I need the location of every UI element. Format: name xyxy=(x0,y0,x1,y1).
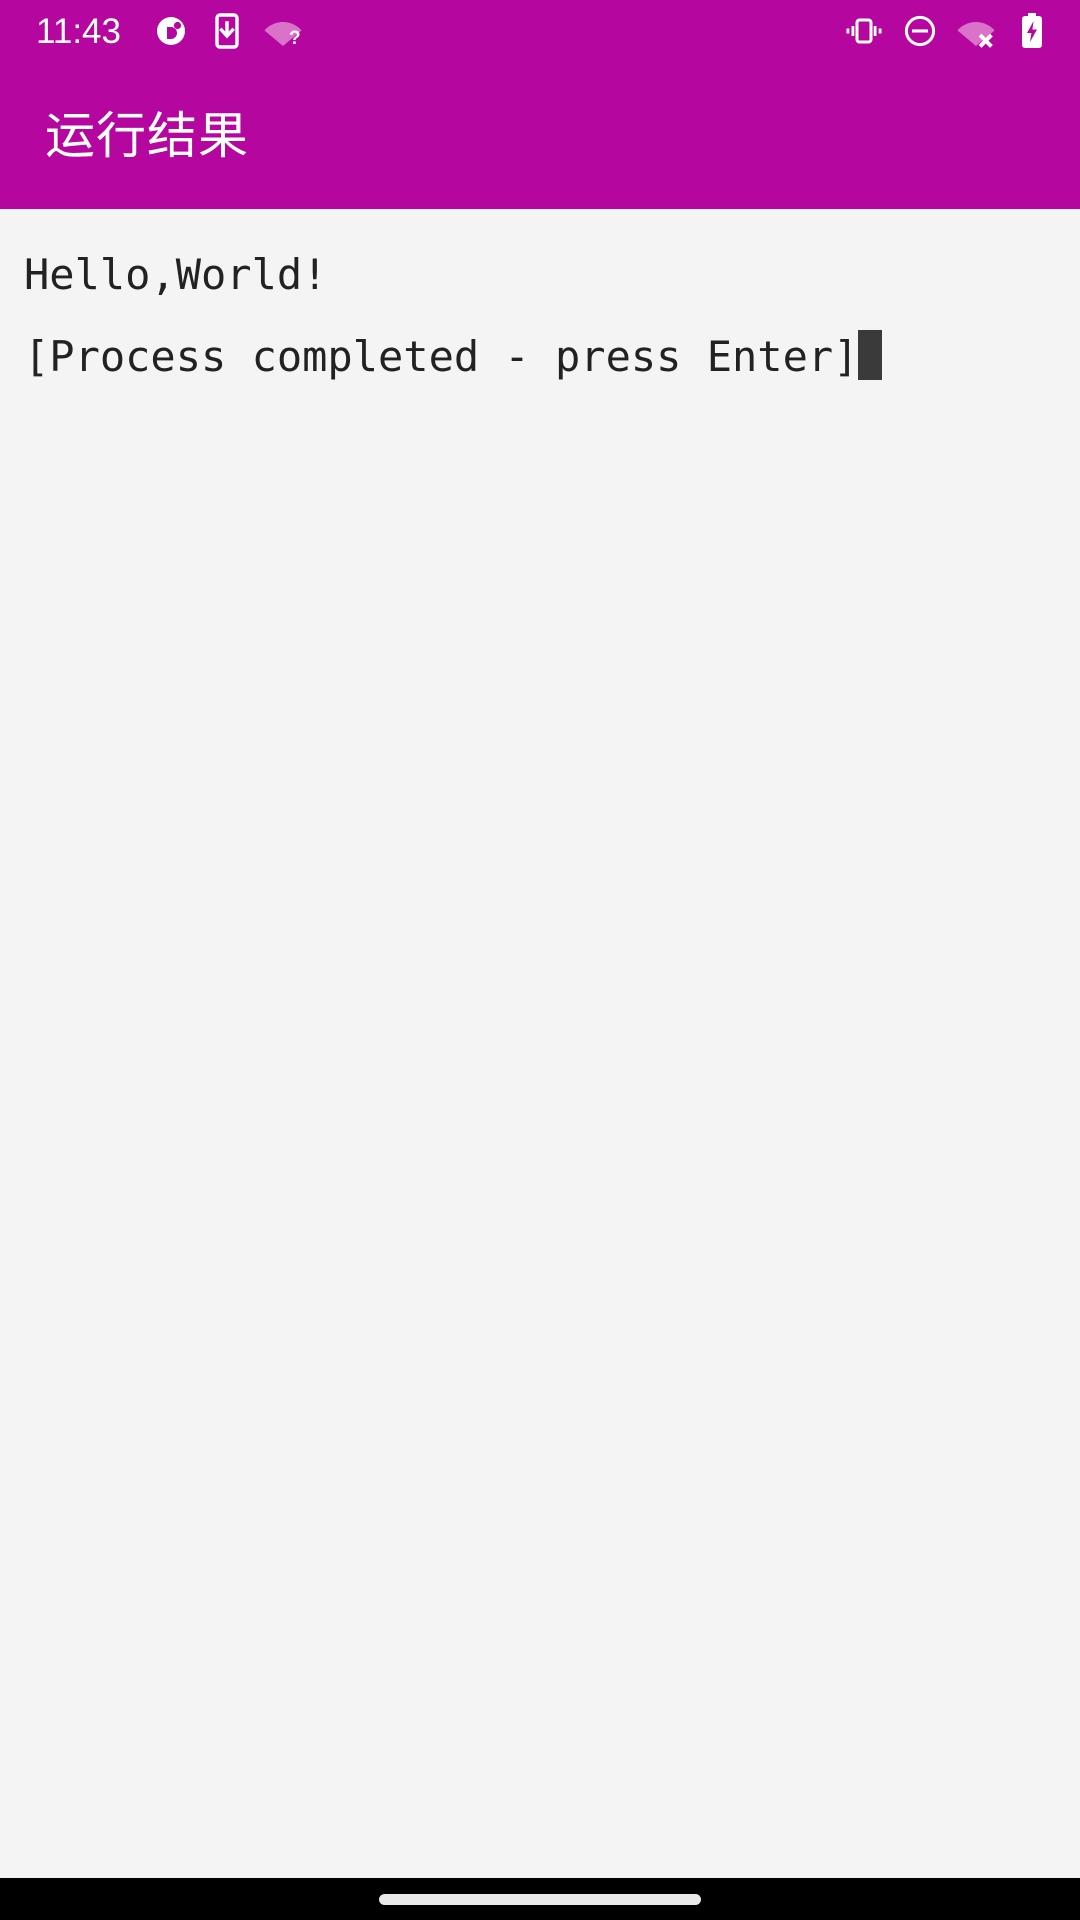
status-bar-clock: 11:43 xyxy=(36,11,121,51)
svg-text:?: ? xyxy=(289,28,301,49)
title-bar: 运行结果 xyxy=(0,62,1080,209)
status-bar: 11:43 ? xyxy=(0,0,1080,62)
home-gesture-handle[interactable] xyxy=(379,1893,701,1905)
status-bar-left: 11:43 ? xyxy=(36,9,305,53)
wifi-disconnected-icon[interactable] xyxy=(954,9,998,53)
console-line-1-wrapper: [Process completed - press Enter] xyxy=(24,307,1060,407)
terminal-cursor xyxy=(858,330,883,380)
console-output[interactable]: Hello,World! [Process completed - press … xyxy=(0,209,1080,1878)
phone-download-icon[interactable] xyxy=(205,9,249,53)
console-line-0: Hello,World! xyxy=(24,250,328,299)
do-not-disturb-icon[interactable] xyxy=(898,9,942,53)
phone-screen: 11:43 ? 运行结果 Hello,World! [Process compl… xyxy=(0,0,1080,1920)
console-line-1: [Process completed - press Enter] xyxy=(24,332,859,381)
app-bar: 11:43 ? 运行结果 xyxy=(0,0,1080,209)
status-bar-right xyxy=(842,9,1054,53)
app-notification-icon[interactable] xyxy=(149,9,193,53)
vibrate-icon[interactable] xyxy=(842,9,886,53)
navigation-bar xyxy=(0,1878,1080,1920)
battery-charging-icon[interactable] xyxy=(1010,9,1054,53)
wifi-unknown-icon[interactable]: ? xyxy=(261,9,305,53)
page-title: 运行结果 xyxy=(45,107,249,164)
